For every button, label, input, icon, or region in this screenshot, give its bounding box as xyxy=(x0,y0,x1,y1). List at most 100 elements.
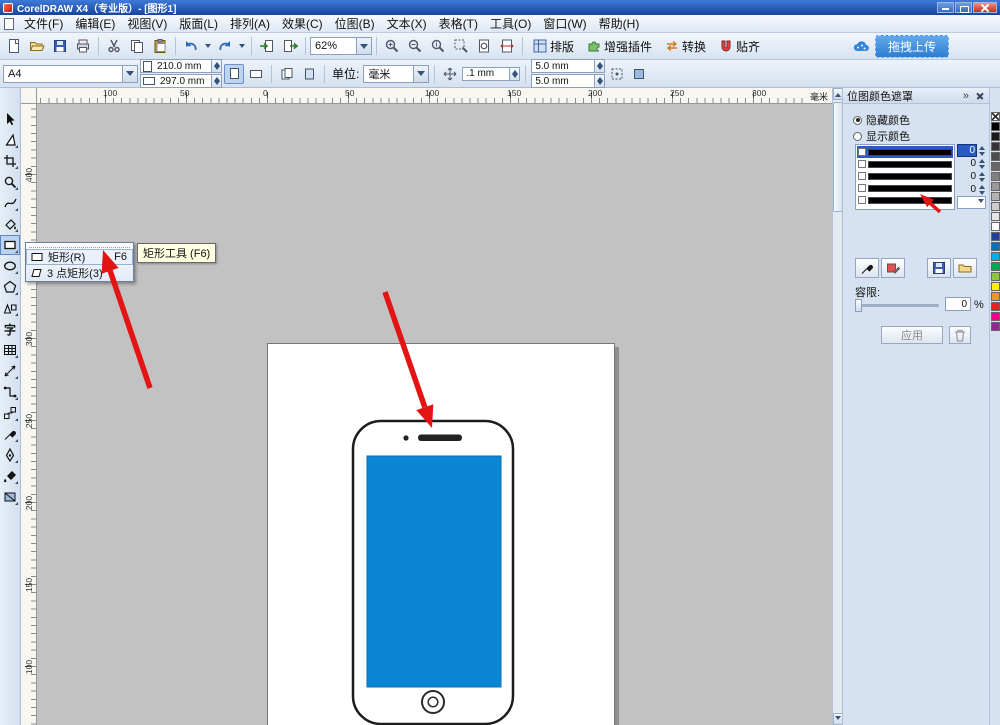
paper-size-combo[interactable]: A4 xyxy=(3,65,138,83)
palette-color-swatch[interactable] xyxy=(991,302,1000,311)
connector-tool[interactable] xyxy=(0,382,20,402)
palette-color-swatch[interactable] xyxy=(991,122,1000,131)
hruler[interactable]: 毫米 10050050100150200250300 xyxy=(37,88,832,104)
menu-file[interactable]: 文件(F) xyxy=(18,13,69,34)
mask-color-row[interactable] xyxy=(857,146,953,158)
eyedropper-tool[interactable] xyxy=(0,424,20,444)
slider-thumb[interactable] xyxy=(855,299,862,312)
undo-button[interactable] xyxy=(180,35,202,57)
close-button[interactable] xyxy=(973,2,997,13)
palette-color-swatch[interactable] xyxy=(991,182,1000,191)
flyout-grip[interactable] xyxy=(29,244,130,248)
apply-button[interactable]: 应用 xyxy=(881,326,943,344)
palette-color-swatch[interactable] xyxy=(991,242,1000,251)
menu-arrange[interactable]: 排列(A) xyxy=(224,13,276,34)
paste-button[interactable] xyxy=(149,35,171,57)
tolerance-field[interactable]: 0 xyxy=(945,297,971,311)
menu-text[interactable]: 文本(X) xyxy=(381,13,433,34)
vruler[interactable]: 400350300250200150100 xyxy=(21,104,37,725)
radio-icon[interactable] xyxy=(853,132,862,141)
menu-window[interactable]: 窗口(W) xyxy=(537,13,592,34)
pick-tool[interactable] xyxy=(0,109,20,129)
mask-color-row[interactable] xyxy=(857,170,953,182)
palette-color-swatch[interactable] xyxy=(991,172,1000,181)
mask-row-checkbox[interactable] xyxy=(858,184,866,192)
mask-row-checkbox[interactable] xyxy=(858,160,866,168)
open-button[interactable] xyxy=(26,35,48,57)
mask-value-field[interactable]: 0 xyxy=(957,183,986,196)
palette-color-swatch[interactable] xyxy=(991,252,1000,261)
color-selector-button[interactable] xyxy=(855,258,879,278)
palette-color-swatch[interactable] xyxy=(991,192,1000,201)
copy-button[interactable] xyxy=(126,35,148,57)
units-combo[interactable]: 毫米 xyxy=(363,65,429,83)
phone-camera-dot[interactable] xyxy=(403,435,408,440)
all-pages-button[interactable] xyxy=(277,64,297,84)
document-icon[interactable] xyxy=(4,18,14,30)
text-tool[interactable]: 字 xyxy=(0,319,20,339)
docker-close-icon[interactable] xyxy=(974,90,985,101)
zoom-to-selection-button[interactable] xyxy=(450,35,472,57)
mask-value-dropdown[interactable] xyxy=(957,196,986,209)
palette-color-swatch[interactable] xyxy=(991,142,1000,151)
redo-button[interactable] xyxy=(214,35,236,57)
page-height-spinner[interactable] xyxy=(211,75,221,87)
convert-button[interactable]: 转换 xyxy=(659,35,712,58)
fill-tool[interactable] xyxy=(0,466,20,486)
new-button[interactable] xyxy=(3,35,25,57)
palette-color-swatch[interactable] xyxy=(991,222,1000,231)
plugins-button[interactable]: 增强插件 xyxy=(581,35,658,58)
minimize-button[interactable] xyxy=(937,2,954,13)
redo-dropdown-arrow[interactable] xyxy=(237,35,247,57)
portrait-button[interactable] xyxy=(224,64,244,84)
phone-screen[interactable] xyxy=(367,456,501,687)
flyout-item-3point-rectangle[interactable]: 3 点矩形(3) xyxy=(26,265,133,281)
page-width-field[interactable]: 210.0 mm xyxy=(140,59,222,73)
zoom-out-button[interactable] xyxy=(404,35,426,57)
palette-color-swatch[interactable] xyxy=(991,112,1000,121)
save-button[interactable] xyxy=(49,35,71,57)
table-tool[interactable] xyxy=(0,340,20,360)
import-button[interactable] xyxy=(256,35,278,57)
landscape-button[interactable] xyxy=(246,64,266,84)
palette-color-swatch[interactable] xyxy=(991,312,1000,321)
open-mask-button[interactable] xyxy=(953,258,977,278)
mask-color-row[interactable] xyxy=(857,194,953,206)
mask-row-checkbox[interactable] xyxy=(858,172,866,180)
combo-arrow[interactable] xyxy=(413,66,428,82)
outline-pen-tool[interactable] xyxy=(0,445,20,465)
zoom-to-page-button[interactable] xyxy=(473,35,495,57)
palette-color-swatch[interactable] xyxy=(991,282,1000,291)
drawing-page[interactable] xyxy=(267,343,615,725)
palette-color-swatch[interactable] xyxy=(991,152,1000,161)
hide-colors-option[interactable]: 隐藏颜色 xyxy=(853,112,910,128)
docker-flyout-button[interactable]: » xyxy=(960,90,972,102)
crop-tool[interactable] xyxy=(0,151,20,171)
palette-color-swatch[interactable] xyxy=(991,272,1000,281)
palette-color-swatch[interactable] xyxy=(991,292,1000,301)
tolerance-slider[interactable] xyxy=(855,304,939,307)
palette-color-swatch[interactable] xyxy=(991,202,1000,211)
ruler-corner[interactable] xyxy=(21,88,37,104)
snap-button[interactable]: 贴齐 xyxy=(713,35,766,58)
menu-edit[interactable]: 编辑(E) xyxy=(69,13,121,34)
snap-options-button[interactable] xyxy=(607,64,627,84)
value-spinner[interactable] xyxy=(977,182,986,198)
polygon-tool[interactable] xyxy=(0,277,20,297)
dimension-tool[interactable] xyxy=(0,361,20,381)
palette-color-swatch[interactable] xyxy=(991,132,1000,141)
delete-mask-button[interactable] xyxy=(949,326,971,344)
duplicate-y-field[interactable]: 5.0 mm xyxy=(531,74,605,88)
duplicate-y-spinner[interactable] xyxy=(594,75,604,87)
current-page-button[interactable] xyxy=(299,64,319,84)
basic-shapes-tool[interactable] xyxy=(0,298,20,318)
mask-color-row[interactable] xyxy=(857,182,953,194)
page-height-field[interactable]: 297.0 mm xyxy=(140,74,222,88)
duplicate-x-field[interactable]: 5.0 mm xyxy=(531,59,605,73)
menu-view[interactable]: 视图(V) xyxy=(121,13,173,34)
radio-selected-icon[interactable] xyxy=(853,116,862,125)
zoom-to-width-button[interactable] xyxy=(496,35,518,57)
phone-drawing[interactable] xyxy=(268,344,616,725)
palette-color-swatch[interactable] xyxy=(991,232,1000,241)
undo-dropdown-arrow[interactable] xyxy=(203,35,213,57)
